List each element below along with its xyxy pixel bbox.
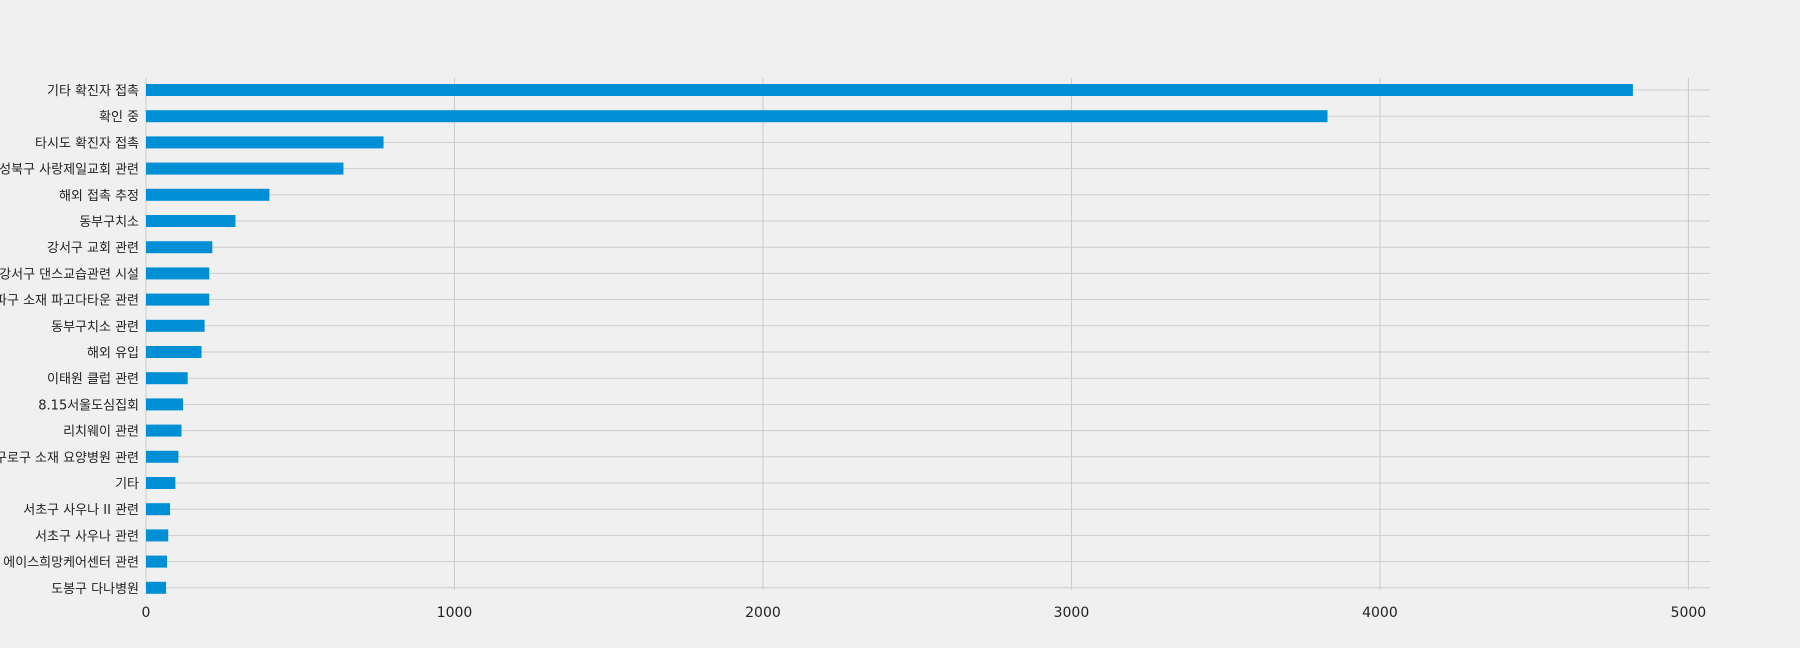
- category-label: 기타 확진자 접촉: [47, 84, 139, 99]
- x-tick-label: 0: [142, 605, 151, 621]
- bar: [146, 398, 184, 411]
- bar: [146, 162, 344, 175]
- category-label: 타시도 확진자 접촉: [35, 136, 139, 151]
- bar: [146, 319, 205, 332]
- bar: [146, 424, 182, 437]
- bar: [146, 529, 169, 542]
- bar: [146, 267, 210, 280]
- category-label: 도봉구 다나병원: [51, 582, 139, 597]
- category-label: 해외 유입: [87, 346, 139, 361]
- category-label: 이태원 클럽 관련: [47, 372, 139, 387]
- bar: [146, 215, 236, 227]
- bar: [146, 372, 188, 385]
- bar: [146, 136, 384, 149]
- bar: [146, 477, 176, 489]
- category-label: 해외 접촉 추정: [59, 189, 139, 204]
- category-label: 강서구 교회 관련: [47, 241, 139, 256]
- bar: [146, 503, 171, 516]
- category-label: 구로구 소재 요양병원 관련: [0, 451, 139, 466]
- grid-lines: [145, 78, 1710, 590]
- x-tick-label: 5000: [1671, 605, 1707, 621]
- bar: [146, 293, 210, 306]
- bar: [146, 450, 179, 463]
- bar: [146, 581, 167, 594]
- bar: [146, 346, 202, 358]
- category-label: 동부구치소 관련: [51, 320, 139, 335]
- x-tick-label: 3000: [1054, 605, 1090, 621]
- x-tick-label: 2000: [745, 605, 781, 621]
- category-label: 강서구 댄스교습관련 시설: [0, 267, 139, 282]
- category-label: 강서구 에이스희망케어센터 관련: [0, 556, 139, 571]
- category-label: 8.15서울도심집회: [38, 398, 139, 413]
- category-label: 리치웨이 관련: [63, 425, 139, 440]
- chart: 기타 확진자 접촉확인 중타시도 확진자 접촉성북구 사랑제일교회 관련해외 접…: [0, 0, 1800, 648]
- category-label: 동부구치소: [79, 215, 139, 230]
- category-label: 기타: [115, 477, 139, 492]
- bar: [146, 188, 270, 201]
- x-tick-labels: 0 1000 2000 3000 4000 5000: [142, 605, 1707, 621]
- bar-chart-svg: 기타 확진자 접촉확인 중타시도 확진자 접촉성북구 사랑제일교회 관련해외 접…: [0, 78, 1710, 621]
- category-labels: 기타 확진자 접촉확인 중타시도 확진자 접촉성북구 사랑제일교회 관련해외 접…: [0, 84, 139, 597]
- bar: [146, 555, 167, 568]
- bar: [146, 110, 1328, 123]
- category-label: 서초구 사우나 II 관련: [23, 503, 139, 518]
- bar: [146, 84, 1633, 96]
- category-label: 확인 중: [99, 110, 139, 125]
- category-label: 성북구 사랑제일교회 관련: [0, 163, 139, 178]
- x-tick-label: 4000: [1362, 605, 1398, 621]
- bars: [146, 84, 1633, 594]
- category-label: 송파구 소재 파고다타운 관련: [0, 294, 139, 309]
- x-tick-label: 1000: [437, 605, 473, 621]
- category-label: 서초구 사우나 관련: [35, 529, 139, 544]
- bar: [146, 241, 213, 254]
